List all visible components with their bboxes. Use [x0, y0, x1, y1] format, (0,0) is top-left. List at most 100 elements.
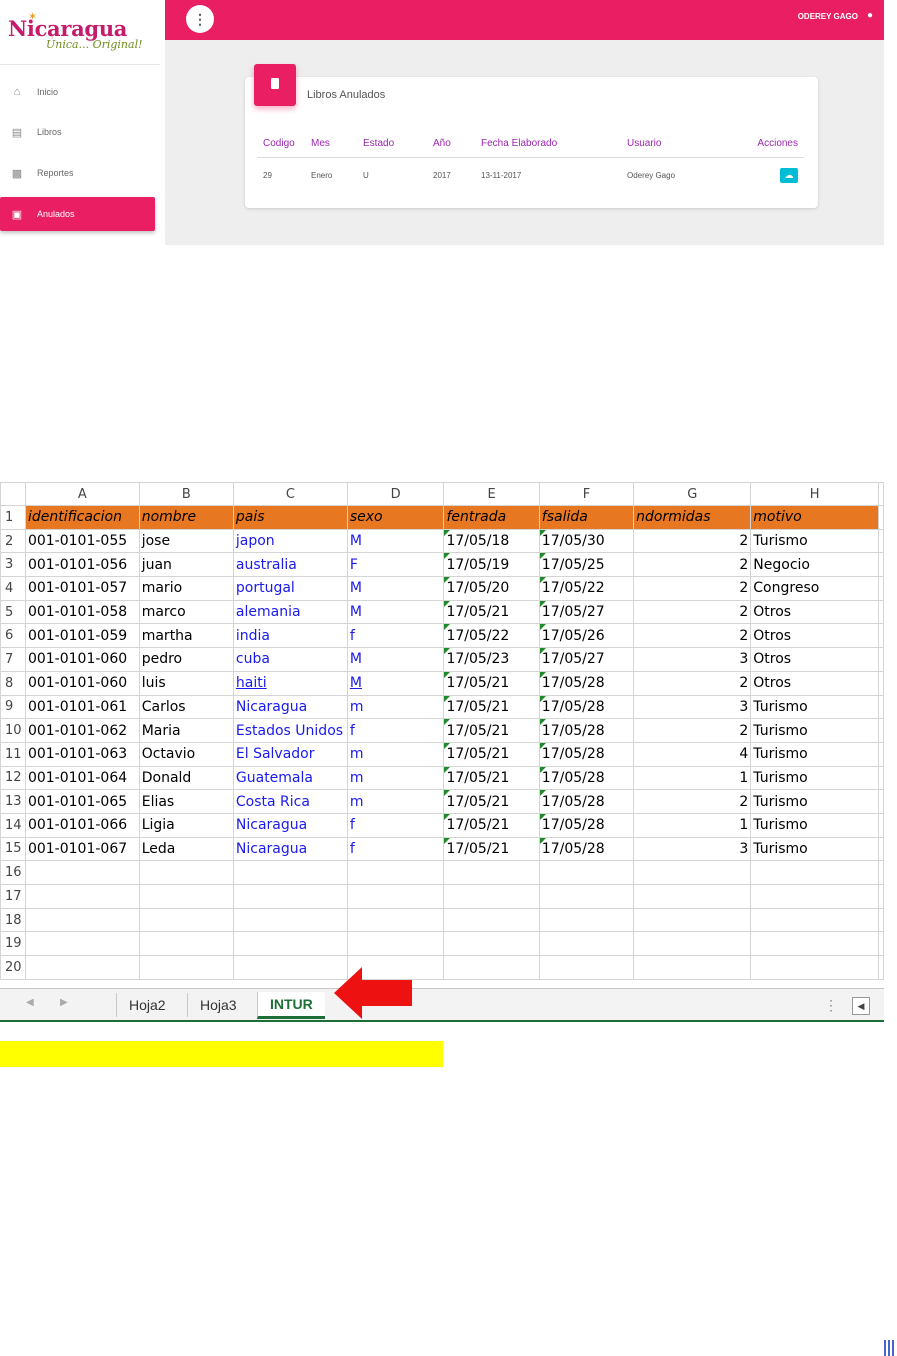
data-cell[interactable]: Turismo [750, 694, 879, 720]
empty-cell[interactable] [138, 884, 234, 909]
header-cell[interactable]: sexo [346, 505, 445, 530]
empty-cell[interactable] [878, 836, 884, 862]
data-cell[interactable]: Guatemala [232, 765, 348, 791]
empty-cell[interactable] [878, 955, 884, 980]
data-cell[interactable]: australia [232, 552, 348, 578]
data-cell[interactable]: 17/05/28 [538, 836, 635, 862]
empty-cell[interactable] [443, 907, 540, 933]
column-letter[interactable]: D [346, 482, 445, 506]
empty-cell[interactable] [346, 884, 445, 909]
data-cell[interactable]: 17/05/28 [538, 670, 635, 696]
empty-cell[interactable] [878, 599, 884, 625]
data-cell[interactable]: 17/05/28 [538, 718, 635, 743]
data-cell[interactable]: jose [138, 528, 234, 554]
empty-cell[interactable] [878, 505, 884, 530]
data-cell[interactable]: 2 [633, 623, 752, 649]
data-cell[interactable]: alemania [232, 599, 348, 625]
data-cell[interactable]: 17/05/21 [443, 694, 540, 720]
empty-cell[interactable] [633, 931, 752, 957]
empty-cell[interactable] [24, 884, 140, 909]
data-cell[interactable]: M [346, 528, 445, 554]
row-number[interactable]: 4 [0, 576, 26, 601]
data-cell[interactable]: 17/05/27 [538, 599, 635, 625]
data-cell[interactable]: Turismo [750, 741, 879, 767]
data-cell[interactable]: martha [138, 623, 234, 649]
data-cell[interactable]: 17/05/19 [443, 552, 540, 578]
data-cell[interactable]: 2 [633, 670, 752, 696]
data-cell[interactable]: 001-0101-055 [24, 528, 140, 554]
row-number[interactable]: 5 [0, 599, 26, 625]
header-cell[interactable]: pais [232, 505, 348, 530]
data-cell[interactable]: 3 [633, 647, 752, 672]
cloud-download-icon[interactable]: ☁ [780, 168, 798, 183]
next-sheet-icon[interactable]: ▶ [60, 997, 68, 1008]
data-cell[interactable]: Negocio [750, 552, 879, 578]
empty-cell[interactable] [443, 955, 540, 980]
data-cell[interactable]: Turismo [750, 789, 879, 814]
data-cell[interactable]: 4 [633, 741, 752, 767]
data-cell[interactable]: portugal [232, 576, 348, 601]
data-cell[interactable]: M [346, 670, 445, 696]
header-cell[interactable]: ndormidas [633, 505, 752, 530]
data-cell[interactable]: 17/05/26 [538, 623, 635, 649]
empty-cell[interactable] [878, 694, 884, 720]
data-cell[interactable]: 17/05/21 [443, 765, 540, 791]
data-cell[interactable]: 001-0101-062 [24, 718, 140, 743]
row-number[interactable]: 17 [0, 884, 26, 909]
data-cell[interactable]: 17/05/21 [443, 599, 540, 625]
data-cell[interactable]: marco [138, 599, 234, 625]
tab-hoja3[interactable]: Hoja3 [187, 993, 249, 1017]
data-cell[interactable]: F [346, 552, 445, 578]
data-cell[interactable]: 17/05/30 [538, 528, 635, 554]
empty-cell[interactable] [443, 931, 540, 957]
data-cell[interactable]: Turismo [750, 836, 879, 862]
column-letter[interactable]: F [538, 482, 635, 506]
empty-cell[interactable] [878, 718, 884, 743]
empty-cell[interactable] [232, 931, 348, 957]
empty-cell[interactable] [750, 955, 879, 980]
data-cell[interactable]: pedro [138, 647, 234, 672]
data-cell[interactable]: 001-0101-067 [24, 836, 140, 862]
row-number[interactable]: 3 [0, 552, 26, 578]
data-cell[interactable]: 17/05/21 [443, 789, 540, 814]
empty-cell[interactable] [633, 884, 752, 909]
data-cell[interactable]: mario [138, 576, 234, 601]
data-cell[interactable]: 001-0101-057 [24, 576, 140, 601]
sidebar-item-libros[interactable]: ▤ Libros [0, 115, 155, 149]
row-number[interactable]: 8 [0, 670, 26, 696]
empty-cell[interactable] [538, 907, 635, 933]
data-cell[interactable]: Turismo [750, 765, 879, 791]
empty-cell[interactable] [878, 860, 884, 885]
empty-cell[interactable] [538, 931, 635, 957]
data-cell[interactable]: Turismo [750, 718, 879, 743]
empty-cell[interactable] [346, 931, 445, 957]
row-number[interactable]: 18 [0, 907, 26, 933]
empty-cell[interactable] [232, 955, 348, 980]
empty-cell[interactable] [878, 789, 884, 814]
data-cell[interactable]: 17/05/28 [538, 812, 635, 838]
row-number[interactable]: 19 [0, 931, 26, 957]
column-header[interactable]: Fecha Elaborado [475, 138, 621, 158]
data-cell[interactable]: Turismo [750, 812, 879, 838]
data-cell[interactable]: El Salvador [232, 741, 348, 767]
data-cell[interactable]: 001-0101-063 [24, 741, 140, 767]
data-cell[interactable]: 001-0101-066 [24, 812, 140, 838]
empty-cell[interactable] [878, 670, 884, 696]
data-cell[interactable]: 001-0101-061 [24, 694, 140, 720]
data-cell[interactable]: Maria [138, 718, 234, 743]
data-cell[interactable]: m [346, 741, 445, 767]
empty-cell[interactable] [24, 907, 140, 933]
empty-cell[interactable] [24, 955, 140, 980]
empty-cell[interactable] [878, 528, 884, 554]
data-cell[interactable]: 17/05/27 [538, 647, 635, 672]
data-cell[interactable]: 1 [633, 765, 752, 791]
data-cell[interactable]: 2 [633, 718, 752, 743]
data-cell[interactable]: M [346, 576, 445, 601]
header-cell[interactable]: fsalida [538, 505, 635, 530]
data-cell[interactable]: 001-0101-060 [24, 647, 140, 672]
data-cell[interactable]: luis [138, 670, 234, 696]
column-header[interactable]: Codigo [257, 138, 305, 158]
row-number[interactable]: 10 [0, 718, 26, 743]
data-cell[interactable]: 17/05/21 [443, 718, 540, 743]
data-cell[interactable]: japon [232, 528, 348, 554]
